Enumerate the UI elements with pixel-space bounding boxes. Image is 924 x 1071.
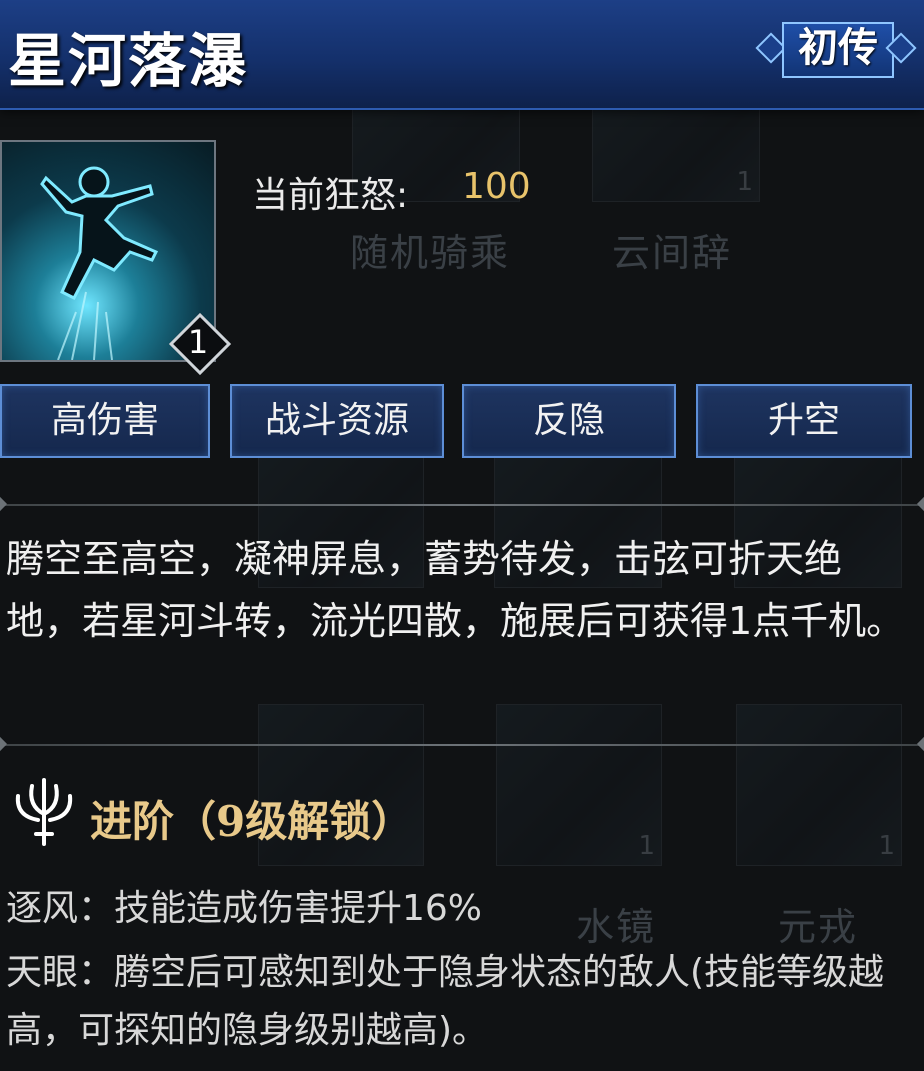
ghost-tile: 1	[592, 108, 760, 202]
advancement-item: 逐风：技能造成伤害提升16%	[6, 888, 483, 929]
ghost-count: 1	[736, 167, 753, 197]
tooltip-header: 星河落瀑 初传	[0, 0, 924, 110]
ghost-tile: 1	[736, 704, 902, 866]
ghost-label: 随机骑乘	[350, 231, 511, 275]
section-divider	[0, 736, 924, 752]
skill-title: 星河落瀑	[8, 27, 249, 95]
ghost-count: 1	[638, 831, 655, 861]
ghost-count: 1	[878, 831, 895, 861]
rage-label: 当前狂怒:	[252, 175, 409, 216]
advancement-item: 天眼：腾空后可感知到处于隐身状态的敌人(技能等级越高，可探知的隐身级别越高)。	[6, 952, 885, 1051]
skill-level-badge: 1	[168, 312, 232, 376]
skill-level: 1	[187, 323, 209, 361]
trident-icon	[15, 778, 73, 846]
tag-anti-stealth: 反隐	[462, 384, 676, 458]
tag-ascend: 升空	[696, 384, 912, 458]
skill-description: 腾空至高空，凝神屏息，蓄势待发，击弦可折天绝地，若星河斗转，流光四散，施展后可获…	[6, 537, 905, 643]
section-divider	[0, 496, 924, 512]
advancement-title: 进阶（9级解锁）	[90, 797, 414, 846]
rage-value: 100	[462, 166, 531, 207]
tag-high-damage: 高伤害	[0, 384, 210, 458]
ghost-label: 云间辞	[612, 231, 733, 275]
rank-badge: 初传	[755, 18, 917, 80]
rank-badge-label: 初传	[798, 24, 878, 71]
tag-combat-resource: 战斗资源	[230, 384, 444, 458]
ghost-tile: 1	[496, 704, 662, 866]
